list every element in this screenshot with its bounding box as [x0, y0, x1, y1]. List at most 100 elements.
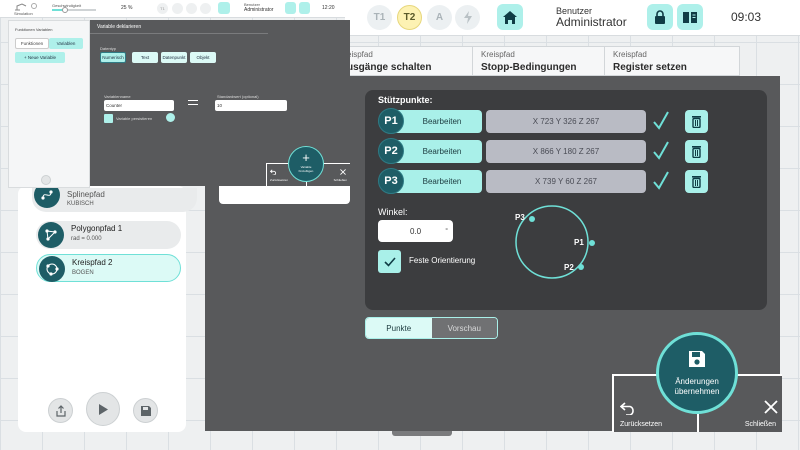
check-icon	[652, 110, 670, 132]
edit-p3-button[interactable]: Bearbeiten	[392, 170, 482, 193]
tab-stop-conditions[interactable]: Kreispfad Stopp-Bedingungen	[472, 46, 605, 76]
apply-changes-label: Änderungen übernehmen	[674, 377, 720, 396]
coords-p1: X 723 Y 326 Z 267	[486, 110, 646, 133]
save-icon	[689, 351, 705, 367]
overlay-type-numeric[interactable]: Numerisch	[100, 52, 126, 63]
undo-icon	[620, 402, 634, 415]
degree-unit-icon: °	[445, 227, 448, 235]
tab-sub-label: Kreispfad	[613, 50, 647, 59]
check-icon	[652, 170, 670, 192]
overlay-default-label: Standardwert (optional)	[217, 94, 259, 99]
tab-set-registers[interactable]: Kreispfad Register setzen	[604, 46, 740, 76]
overlay-speed-value: 25 %	[121, 5, 133, 11]
point-badge-p2: P2	[378, 138, 404, 164]
save-icon	[140, 405, 151, 416]
play-button[interactable]	[86, 392, 120, 426]
overlay-close-label: Schließen	[333, 178, 347, 182]
overlay-reset-label: Zurücksetzen	[270, 178, 289, 182]
tab-main-label: Register setzen	[613, 62, 687, 73]
speed-slider-thumb[interactable]	[62, 7, 68, 13]
overlay-mode-label: Simulation	[14, 11, 33, 16]
path-type: BOGEN	[72, 270, 94, 276]
overlay-name-input[interactable]: Counter	[104, 100, 174, 111]
arc-label-p3: P3	[515, 213, 525, 222]
overlay-settings-button[interactable]	[41, 175, 51, 185]
overlay-type-object[interactable]: Objekt	[190, 52, 216, 63]
path-type: KUBISCH	[67, 201, 94, 207]
overlay-lightning-icon[interactable]	[200, 3, 211, 14]
info-icon[interactable]	[166, 113, 175, 122]
overlay-type-datapoint[interactable]: Datenpunkt	[161, 52, 187, 63]
point-badge-p3: P3	[378, 168, 404, 194]
delete-p2-button[interactable]	[685, 140, 708, 163]
mode-t1-button[interactable]: T1	[367, 5, 392, 30]
overlay-preview-strip	[219, 186, 350, 204]
overlay-functions-tab[interactable]: Funktionen	[15, 38, 49, 49]
overlay-persist-checkbox[interactable]	[104, 114, 113, 123]
close-icon	[764, 400, 778, 414]
overlay-t1-button[interactable]: T1	[157, 3, 168, 14]
overlay-persist-label: Variable persistieren	[116, 116, 153, 121]
mode-auto-button[interactable]: A	[427, 5, 452, 30]
arc-point-p3	[529, 216, 535, 222]
overlay-variables-sidebar: Funktionen Variablen Funktionen Variable…	[8, 20, 90, 188]
save-program-button[interactable]	[133, 398, 158, 423]
edit-p1-button[interactable]: Bearbeiten	[392, 110, 482, 133]
tab-outputs[interactable]: eispfad usgänge schalten	[338, 46, 473, 76]
path-name: Splinepfad	[67, 190, 105, 199]
apply-changes-button[interactable]: Änderungen übernehmen	[656, 332, 738, 414]
overlay-new-variable-button[interactable]: + Neue Variable	[15, 52, 65, 63]
points-view-button[interactable]: Punkte	[366, 318, 432, 338]
lock-button[interactable]	[647, 4, 673, 30]
overlay-lock-button[interactable]	[285, 2, 296, 14]
check-icon	[31, 3, 37, 9]
share-icon	[55, 404, 66, 417]
clock: 09:03	[731, 10, 762, 24]
tab-sub-label: eispfad	[347, 50, 373, 59]
overlay-t2-button[interactable]	[172, 3, 183, 14]
overlay-variables-tab[interactable]: Variablen	[49, 38, 83, 49]
overlay-clock: 12:20	[322, 5, 335, 11]
manual-button[interactable]	[677, 4, 703, 30]
angle-label: Winkel:	[378, 207, 408, 217]
preview-view-button[interactable]: Vorschau	[431, 318, 497, 338]
close-label: Schließen	[744, 421, 776, 428]
mode-t2-button[interactable]: T2	[397, 5, 422, 30]
export-button[interactable]	[48, 398, 73, 423]
trash-icon	[692, 116, 701, 128]
home-icon	[503, 10, 517, 24]
reset-label: Zurücksetzen	[620, 421, 663, 428]
trash-icon	[692, 146, 701, 158]
overlay-add-label: Variable hinzufügen	[298, 165, 314, 173]
overlay-default-input[interactable]: 10	[215, 100, 287, 111]
path-item-circle[interactable]: Kreispfad 2 BOGEN	[36, 254, 181, 282]
point-badge-p1: P1	[378, 108, 404, 134]
speed-slider[interactable]	[52, 7, 96, 13]
coords-p2: X 866 Y 180 Z 267	[486, 140, 646, 163]
delete-p1-button[interactable]	[685, 110, 708, 133]
drag-handle[interactable]	[392, 431, 452, 436]
arc-label-p2: P2	[564, 263, 574, 272]
polygon-icon	[38, 222, 64, 248]
overlay-add-variable-button[interactable]: + Variable hinzufügen	[288, 146, 324, 182]
checkmark-icon	[383, 256, 396, 267]
overlay-home-button[interactable]	[218, 2, 230, 14]
lock-icon	[655, 10, 665, 24]
lightning-icon[interactable]	[455, 5, 480, 30]
delete-p3-button[interactable]	[685, 170, 708, 193]
overlay-manual-button[interactable]	[299, 2, 310, 14]
path-type: rad = 0.000	[71, 236, 102, 242]
fixed-orientation-checkbox[interactable]	[378, 250, 401, 273]
points-heading: Stützpunkte:	[378, 95, 433, 105]
path-name: Kreispfad 2	[72, 258, 113, 267]
path-item-spline[interactable]: Splinepfad KUBISCH	[32, 182, 197, 212]
home-button[interactable]	[497, 4, 523, 30]
tab-main-label: usgänge schalten	[347, 62, 432, 73]
plus-icon: +	[302, 150, 310, 165]
overlay-type-text[interactable]: Text	[132, 52, 158, 63]
overlay-auto-button[interactable]	[186, 3, 197, 14]
path-item-polygon[interactable]: Polygonpfad 1 rad = 0.000	[36, 221, 181, 249]
overlay-name-label: Variablenname	[104, 94, 131, 99]
edit-p2-button[interactable]: Bearbeiten	[392, 140, 482, 163]
angle-input[interactable]: 0.0 °	[378, 220, 453, 242]
